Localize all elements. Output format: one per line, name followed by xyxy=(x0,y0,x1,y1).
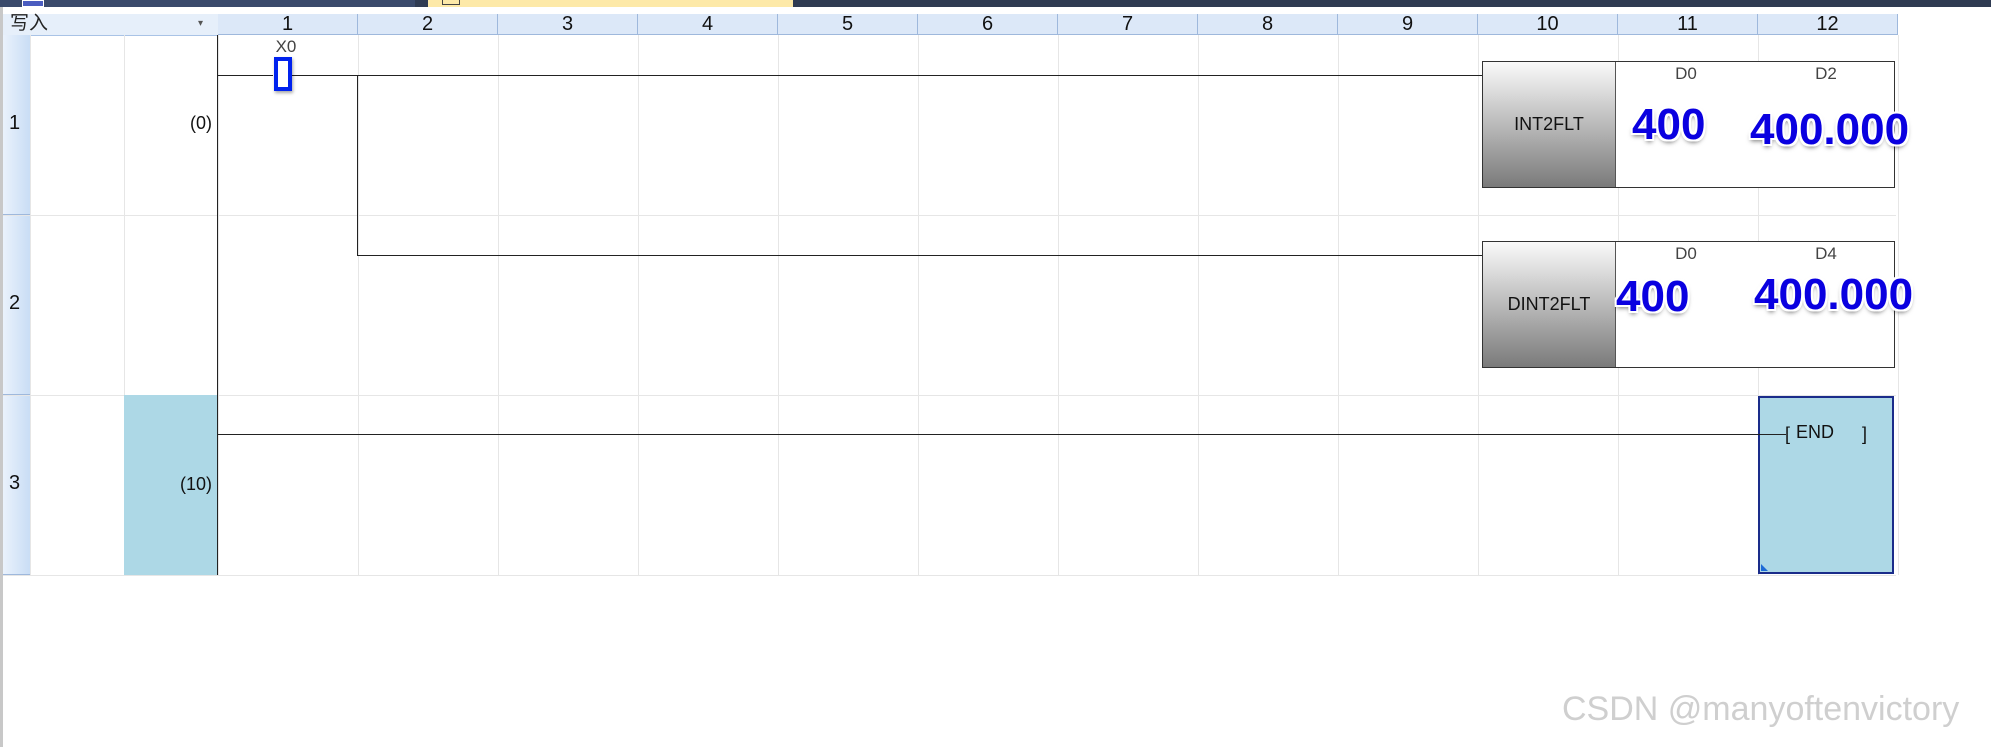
end-close-bracket: ] xyxy=(1862,424,1868,444)
operand-dst-label: D2 xyxy=(1815,64,1837,83)
window-tab-strip xyxy=(0,0,1991,7)
grid-row-line xyxy=(3,395,1896,396)
column-header-10[interactable]: 10 xyxy=(1478,14,1618,35)
grid-column-line xyxy=(30,35,31,575)
end-rung-wire xyxy=(218,434,1758,435)
column-header-7[interactable]: 7 xyxy=(1058,14,1198,35)
program-icon xyxy=(22,0,44,7)
contact-device-label: X0 xyxy=(275,37,297,56)
grid-row-line xyxy=(3,215,1896,216)
ladder-icon xyxy=(442,0,460,5)
monitor-value-dst: 400.000 xyxy=(1750,105,1910,154)
rung1-wire-in xyxy=(218,75,273,76)
grid-column-line xyxy=(638,35,639,575)
end-open-bracket: [ xyxy=(1785,424,1791,444)
row-header-3[interactable]: 3 xyxy=(3,395,30,575)
step-number-rung-3: (10) xyxy=(179,474,212,494)
edit-mode-selector[interactable]: 写入 ▾ xyxy=(3,14,218,36)
column-header-6[interactable]: 6 xyxy=(918,14,1058,35)
monitor-value-src: 400 xyxy=(1632,100,1706,149)
operand-dst-label: D4 xyxy=(1815,244,1837,263)
monitor-value-dst: 400.000 xyxy=(1754,270,1914,319)
column-header-2[interactable]: 2 xyxy=(358,14,498,35)
column-header-9[interactable]: 9 xyxy=(1338,14,1478,35)
instruction-name: INT2FLT xyxy=(1483,62,1616,187)
column-header-11[interactable]: 11 xyxy=(1618,14,1758,35)
chevron-down-icon[interactable]: ▾ xyxy=(198,18,203,29)
column-header-3[interactable]: 3 xyxy=(498,14,638,35)
grid-row-line xyxy=(3,575,1896,576)
grid-column-line xyxy=(498,35,499,575)
grid-column-line xyxy=(1338,35,1339,575)
end-instruction-label: END xyxy=(1796,422,1835,442)
end-wire-in xyxy=(1758,434,1786,435)
grid-column-line xyxy=(358,35,359,575)
project-tab[interactable] xyxy=(0,0,415,7)
grid-column-line xyxy=(1478,35,1479,575)
monitor-value-src: 400 xyxy=(1616,272,1690,321)
left-power-rail xyxy=(217,35,218,575)
active-editor-tab[interactable] xyxy=(428,0,793,7)
watermark: CSDN @manyoftenvictory xyxy=(1562,690,1960,728)
grid-column-line xyxy=(1058,35,1059,575)
row-header-1[interactable]: 1 xyxy=(3,35,30,215)
column-header-5[interactable]: 5 xyxy=(778,14,918,35)
grid-column-line xyxy=(918,35,919,575)
operand-src-label: D0 xyxy=(1675,64,1697,83)
grid-column-line xyxy=(218,35,219,575)
grid-column-line xyxy=(778,35,779,575)
operand-src-label: D0 xyxy=(1675,244,1697,263)
grid-column-line xyxy=(1198,35,1199,575)
column-header-1[interactable]: 1 xyxy=(218,14,358,35)
instruction-name: DINT2FLT xyxy=(1483,242,1616,367)
row-header-2[interactable]: 2 xyxy=(3,215,30,395)
row-number: 1 xyxy=(9,112,21,134)
selection-corner-marker xyxy=(1761,564,1768,571)
ladder-cursor[interactable] xyxy=(274,57,292,91)
branch-vertical-wire xyxy=(357,75,358,255)
row-number: 2 xyxy=(9,292,21,314)
column-header-8[interactable]: 8 xyxy=(1198,14,1338,35)
step-number-rung-1: (0) xyxy=(190,113,212,133)
rung1-wire-main xyxy=(292,75,1482,76)
column-header-12[interactable]: 12 xyxy=(1758,14,1898,35)
column-header-4[interactable]: 4 xyxy=(638,14,778,35)
row-number: 3 xyxy=(9,472,21,494)
edit-mode-label: 写入 xyxy=(10,13,49,34)
branch-wire xyxy=(357,255,1482,256)
